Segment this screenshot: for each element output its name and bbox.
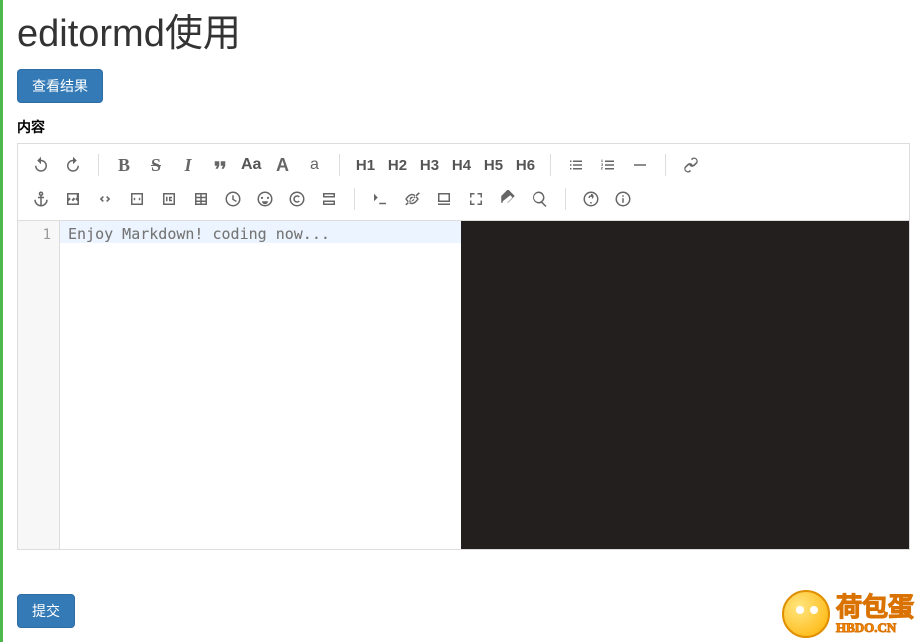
clear-icon[interactable] — [493, 184, 523, 214]
toolbar-divider — [550, 154, 551, 176]
copyright-icon[interactable] — [282, 184, 312, 214]
help-icon[interactable] — [576, 184, 606, 214]
search-icon[interactable] — [525, 184, 555, 214]
image-icon[interactable] — [58, 184, 88, 214]
pagebreak-icon[interactable] — [314, 184, 344, 214]
h5-button[interactable]: H5 — [478, 150, 508, 180]
quote-icon[interactable] — [205, 150, 235, 180]
markdown-input[interactable] — [60, 221, 461, 549]
code-area[interactable]: Enjoy Markdown! coding now... — [60, 221, 461, 549]
toolbar-divider — [354, 188, 355, 210]
egg-logo-icon — [782, 590, 830, 638]
h4-button[interactable]: H4 — [446, 150, 476, 180]
h6-button[interactable]: H6 — [510, 150, 540, 180]
toolbar-divider — [665, 154, 666, 176]
info-icon[interactable] — [608, 184, 638, 214]
h2-button[interactable]: H2 — [382, 150, 412, 180]
watch-icon[interactable] — [397, 184, 427, 214]
html-entities-icon[interactable] — [154, 184, 184, 214]
preview-pane — [461, 221, 909, 549]
ordered-list-icon[interactable] — [593, 150, 623, 180]
bold-icon[interactable]: B — [109, 150, 139, 180]
preview-icon[interactable] — [429, 184, 459, 214]
markdown-editor: B S I Aa A a H1 H2 H3 H4 H5 H6 — [17, 143, 910, 550]
editor-body: 1 Enjoy Markdown! coding now... — [18, 221, 909, 549]
emoji-icon[interactable] — [250, 184, 280, 214]
italic-icon[interactable]: I — [173, 150, 203, 180]
watermark-cn: 荷包蛋 — [836, 595, 914, 621]
fullscreen-icon[interactable] — [461, 184, 491, 214]
hr-icon[interactable] — [625, 150, 655, 180]
submit-button[interactable]: 提交 — [17, 594, 75, 628]
toolbar-divider — [98, 154, 99, 176]
link-icon[interactable] — [676, 150, 706, 180]
anchor-icon[interactable] — [26, 184, 56, 214]
toolbar-divider — [565, 188, 566, 210]
view-result-button[interactable]: 查看结果 — [17, 69, 103, 103]
datetime-icon[interactable] — [218, 184, 248, 214]
goto-line-icon[interactable] — [365, 184, 395, 214]
h1-button[interactable]: H1 — [350, 150, 380, 180]
code-icon[interactable] — [90, 184, 120, 214]
line-gutter: 1 — [18, 221, 60, 549]
text-case-icon[interactable]: Aa — [237, 150, 265, 180]
undo-icon[interactable] — [26, 150, 56, 180]
page-title: editormd使用 — [3, 0, 924, 69]
strikethrough-icon[interactable]: S — [141, 150, 171, 180]
h3-button[interactable]: H3 — [414, 150, 444, 180]
unordered-list-icon[interactable] — [561, 150, 591, 180]
uppercase-icon[interactable]: A — [267, 150, 297, 180]
editor-toolbar: B S I Aa A a H1 H2 H3 H4 H5 H6 — [18, 144, 909, 221]
table-icon[interactable] — [186, 184, 216, 214]
redo-icon[interactable] — [58, 150, 88, 180]
code-block-icon[interactable] — [122, 184, 152, 214]
lowercase-icon[interactable]: a — [299, 150, 329, 180]
toolbar-divider — [339, 154, 340, 176]
watermark-text: 荷包蛋 HBDO.CN — [836, 595, 914, 634]
watermark: 荷包蛋 HBDO.CN — [782, 590, 914, 638]
content-label: 内容 — [3, 103, 924, 143]
watermark-url: HBDO.CN — [836, 621, 914, 634]
line-number: 1 — [18, 227, 51, 243]
